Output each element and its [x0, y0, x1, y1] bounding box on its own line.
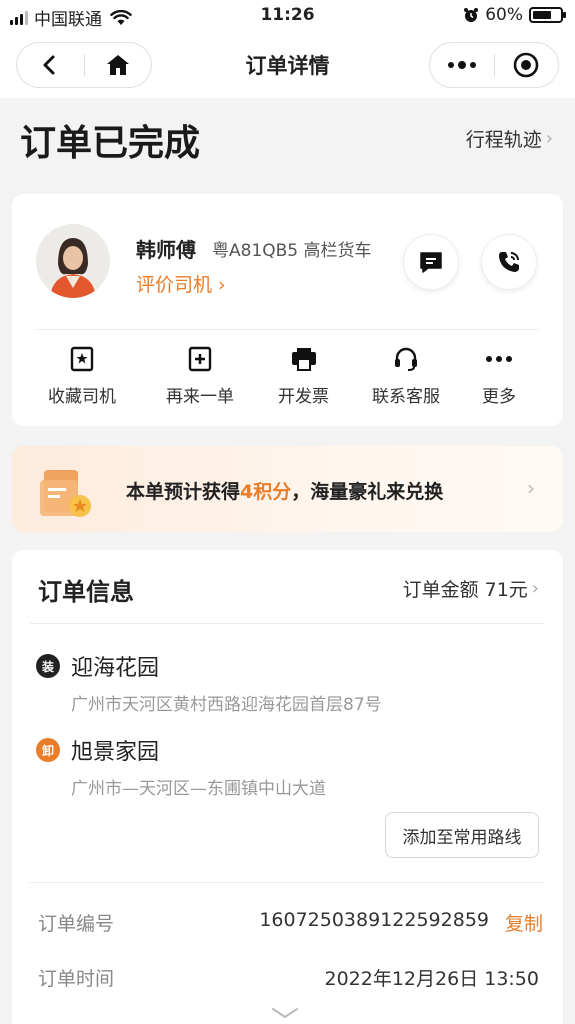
action-label: 开发票: [278, 387, 329, 407]
record-icon: [513, 52, 539, 78]
trip-track-link[interactable]: 行程轨迹 ›: [466, 125, 553, 152]
plus-square-icon: [188, 346, 212, 372]
order-amount-link[interactable]: 订单金额 71元 ›: [403, 575, 539, 602]
order-status-title: 订单已完成: [20, 123, 201, 164]
home-button[interactable]: [85, 43, 152, 87]
action-label: 联系客服: [372, 387, 440, 407]
dropoff-name: 旭景家园: [71, 740, 160, 765]
home-icon: [106, 55, 129, 75]
points-banner[interactable]: 本单预计获得4积分，海量豪礼来兑换 ›: [12, 446, 563, 532]
battery-percent: 60%: [485, 5, 523, 25]
add-common-route-button[interactable]: 添加至常用路线: [385, 812, 539, 858]
action-invoice[interactable]: 开发票: [278, 346, 329, 407]
action-favorite-driver[interactable]: 收藏司机: [48, 346, 116, 407]
nav-right-capsule: [429, 42, 559, 88]
order-number-label: 订单编号: [38, 913, 115, 935]
pickup-name: 迎海花园: [71, 656, 160, 681]
message-button[interactable]: [403, 234, 459, 290]
call-button[interactable]: [481, 234, 537, 290]
action-more[interactable]: 更多: [482, 346, 516, 407]
dropoff-badge: 卸: [36, 738, 60, 762]
dropoff-address: 广州市—天河区—东圃镇中山大道: [71, 779, 326, 799]
action-label: 收藏司机: [48, 387, 116, 407]
divider: [36, 329, 539, 330]
order-number: 1607250389122592859: [259, 909, 489, 931]
message-icon: [420, 252, 442, 273]
phone-icon: [499, 252, 519, 272]
order-time: 2022年12月26日 13:50: [324, 968, 539, 990]
status-bar: 中国联通 11:26 60%: [0, 0, 575, 32]
chevron-right-icon: ›: [545, 128, 553, 149]
more-icon: [447, 61, 476, 69]
action-label: 再来一单: [166, 387, 234, 407]
back-icon: [43, 55, 55, 75]
more-dots-icon: [486, 356, 512, 362]
chevron-down-icon[interactable]: [270, 1006, 300, 1020]
points-text: 本单预计获得4积分，海量豪礼来兑换: [126, 481, 444, 503]
pickup-badge: 装: [36, 654, 60, 678]
order-info-card: 订单信息 订单金额 71元 › 装 迎海花园 广州市天河区黄村西路迎海花园首层8…: [12, 550, 563, 1024]
back-button[interactable]: [17, 43, 84, 87]
bookmark-star-icon: [70, 346, 94, 372]
points-coupon-icon: [40, 470, 91, 517]
action-customer-service[interactable]: 联系客服: [372, 346, 440, 407]
order-time-label: 订单时间: [38, 968, 115, 990]
alarm-icon: [464, 8, 479, 22]
headset-icon: [395, 347, 417, 371]
nav-left-capsule: [16, 42, 152, 88]
close-miniprogram-button[interactable]: [495, 43, 559, 87]
avatar[interactable]: [36, 224, 110, 298]
nav-bar: 订单详情: [0, 32, 575, 98]
more-button[interactable]: [430, 43, 494, 87]
pickup-address: 广州市天河区黄村西路迎海花园首层87号: [71, 695, 382, 715]
battery-icon: [529, 7, 566, 23]
copy-button[interactable]: 复制: [505, 909, 543, 936]
action-reorder[interactable]: 再来一单: [166, 346, 234, 407]
action-label: 更多: [482, 387, 516, 407]
chevron-right-icon: ›: [531, 578, 539, 599]
driver-plate-vehicle: 粤A81QB5 高栏货车: [212, 241, 372, 261]
driver-card: 韩师傅 粤A81QB5 高栏货车 评价司机 › 收藏司机 再来一单 开发票 联系…: [12, 194, 563, 426]
rate-driver-link[interactable]: 评价司机 ›: [136, 270, 226, 297]
driver-name: 韩师傅: [136, 238, 196, 262]
chevron-right-icon: ›: [527, 476, 535, 500]
order-amount: 订单金额 71元: [402, 579, 528, 601]
order-info-title: 订单信息: [38, 578, 134, 606]
divider: [30, 882, 545, 883]
divider: [30, 623, 545, 624]
trip-track-label: 行程轨迹: [465, 129, 542, 151]
invoice-printer-icon: [291, 348, 316, 371]
